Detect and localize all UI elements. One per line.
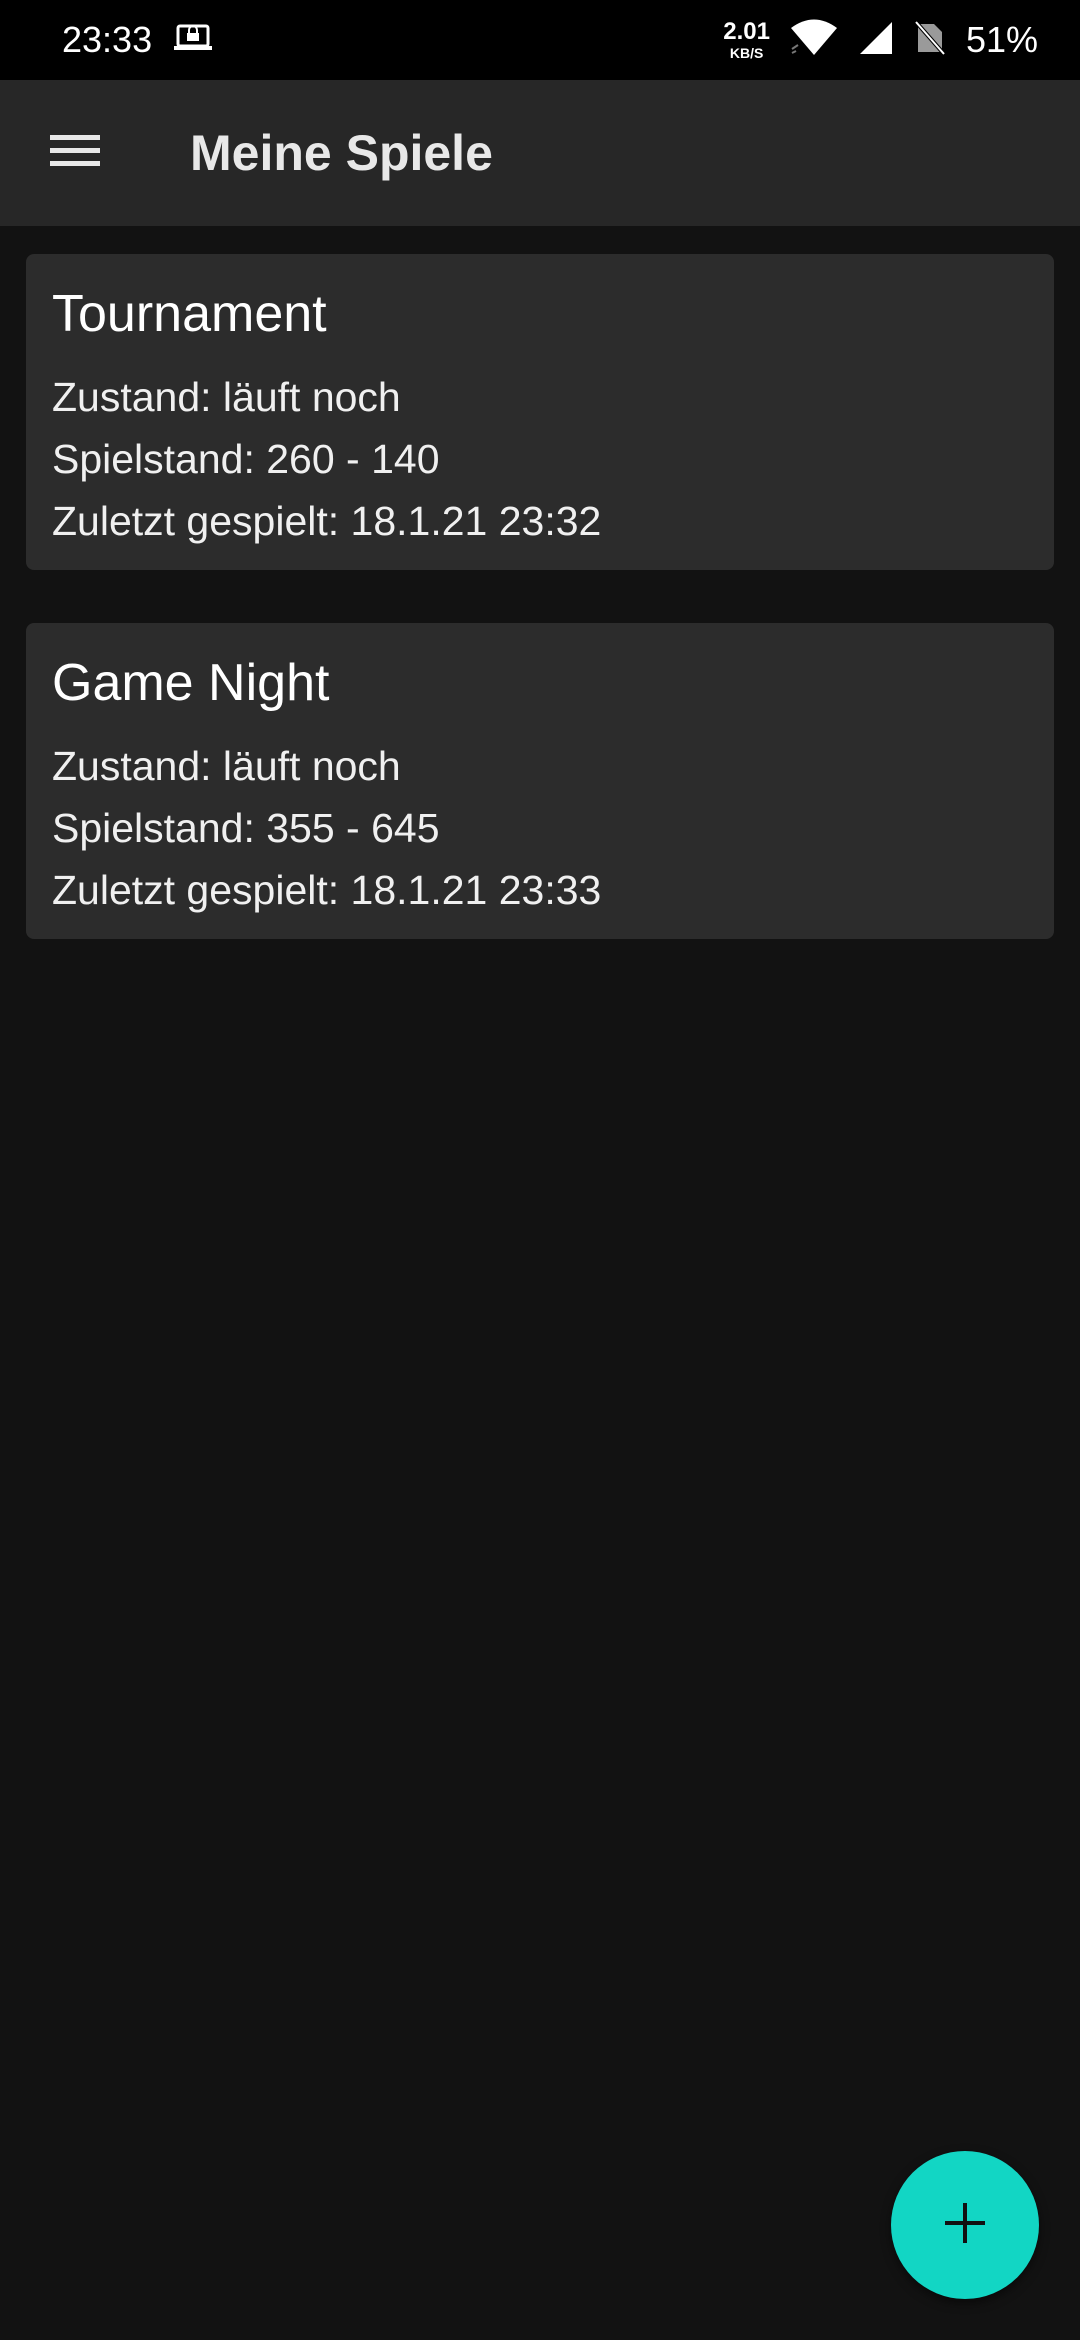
net-speed-unit: KB/S: [729, 45, 764, 61]
page-title: Meine Spiele: [190, 125, 493, 181]
game-name: Tournament: [52, 285, 327, 343]
game-score: Spielstand: 355 - 645: [52, 805, 440, 851]
cast-icon: [174, 24, 213, 57]
game-last-played: Zuletzt gespielt: 18.1.21 23:32: [52, 498, 602, 544]
wifi-icon: [790, 19, 838, 62]
game-card[interactable]: Tournament Zustand: läuft noch Spielstan…: [26, 254, 1054, 570]
no-sim-icon: [914, 20, 946, 61]
menu-button[interactable]: [0, 80, 150, 226]
game-state: Zustand: läuft noch: [52, 743, 401, 789]
app-bar: Meine Spiele: [0, 80, 1080, 226]
signal-icon: [858, 20, 894, 61]
battery-percentage: 51%: [965, 19, 1038, 60]
game-card[interactable]: Game Night Zustand: läuft noch Spielstan…: [26, 623, 1054, 939]
game-last-played: Zuletzt gespielt: 18.1.21 23:33: [52, 867, 602, 913]
status-time: 23:33: [62, 19, 153, 60]
game-name: Game Night: [52, 654, 330, 712]
game-state: Zustand: läuft noch: [52, 374, 401, 420]
status-right: 2.01 KB/S 51%: [723, 19, 1038, 62]
net-speed-value: 2.01: [723, 18, 770, 45]
plus-icon: [945, 2202, 985, 2248]
status-left: 23:33: [62, 19, 213, 61]
hamburger-menu-icon: [50, 133, 100, 174]
screen: 23:33 2.01 KB/S 51% Meine Spiele Tournam…: [0, 0, 1080, 2340]
network-speed: 2.01 KB/S: [723, 18, 770, 61]
game-score: Spielstand: 260 - 140: [52, 436, 440, 482]
add-game-button[interactable]: [891, 2151, 1039, 2299]
status-bar: 23:33 2.01 KB/S 51%: [0, 0, 1080, 80]
